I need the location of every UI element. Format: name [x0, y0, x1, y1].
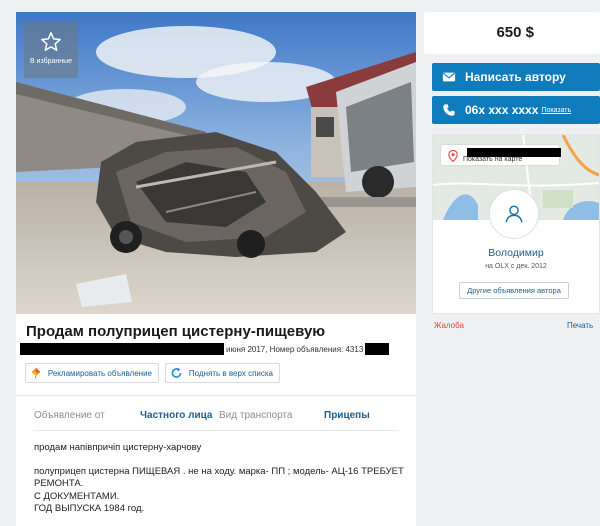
param-value-vehicle-type[interactable]: Прицепы: [324, 410, 370, 421]
show-on-map-label: Показать на карте: [463, 156, 523, 163]
description-line: продам напівпричіп цистерну-харчову: [34, 442, 202, 453]
divider: [16, 395, 416, 396]
description-line: полуприцеп цистерна ПИЩЕВАЯ . не на ходу…: [34, 465, 404, 477]
star-icon: [41, 32, 61, 51]
param-label-vehicle-type: Вид транспорта: [219, 410, 293, 421]
show-phone-link[interactable]: Показать: [541, 107, 571, 114]
complaint-link[interactable]: Жалоба: [434, 321, 464, 330]
show-on-map-button[interactable]: Показать на карте: [441, 145, 561, 165]
refresh-icon: [171, 367, 182, 378]
params-divider: [34, 430, 398, 431]
phone-number: 06x xxx xxxx: [465, 103, 539, 117]
seller-name[interactable]: Володимир: [433, 247, 599, 259]
avatar: [489, 189, 539, 239]
redacted-block: [20, 343, 224, 355]
advertise-listing-button[interactable]: Рекламировать объявление: [25, 363, 159, 383]
listing-description: продам напівпричіп цистерну-харчову полу…: [34, 442, 404, 516]
kite-icon: [31, 367, 41, 379]
listing-photo[interactable]: В избранные: [16, 12, 416, 314]
print-link[interactable]: Печать: [567, 321, 593, 330]
description-line: РЕМОНТА.: [34, 478, 84, 489]
write-author-label: Написать автору: [465, 70, 566, 84]
param-label-seller-type: Объявление от: [34, 410, 105, 421]
param-value-seller-type[interactable]: Частного лица: [140, 410, 212, 421]
listing-meta: июня 2017, Номер объявления: 4313: [20, 342, 390, 356]
favorites-label: В избранные: [29, 58, 73, 65]
redacted-block: [365, 343, 390, 355]
listing-card: В избранные Продам полуприцеп цистерну-п…: [16, 12, 416, 526]
raise-listing-label: Поднять в верх списка: [188, 368, 273, 378]
seller-since: на OLX с дек. 2012: [485, 263, 547, 270]
map-pin-icon: [448, 150, 458, 162]
price: 650 $: [496, 24, 534, 41]
seller-card: Показать на карте Володимир на OLX с дек…: [432, 134, 600, 314]
advertise-listing-label: Рекламировать объявление: [47, 368, 152, 378]
description-line: С ДОКУМЕНТАМИ.: [34, 490, 120, 502]
raise-listing-button[interactable]: Поднять в верх списка: [165, 363, 280, 383]
user-icon: [505, 205, 523, 223]
phone-icon: [443, 104, 455, 116]
listing-meta-text: июня 2017, Номер объявления: 4313: [226, 344, 364, 354]
redacted-block: [467, 148, 561, 157]
description-line: ГОД ВЫПУСКА 1984 год.: [34, 503, 145, 514]
add-to-favorites-button[interactable]: В избранные: [24, 22, 78, 78]
envelope-icon: [442, 72, 456, 82]
phone-button[interactable]: 06x xxx xxxx Показать: [432, 96, 600, 124]
other-ads-button[interactable]: Другие объявления автора: [459, 282, 569, 299]
write-author-button[interactable]: Написать автору: [432, 63, 600, 91]
listing-title: Продам полуприцеп цистерну-пищевую: [26, 323, 326, 340]
price-box: 650 $: [424, 12, 600, 54]
